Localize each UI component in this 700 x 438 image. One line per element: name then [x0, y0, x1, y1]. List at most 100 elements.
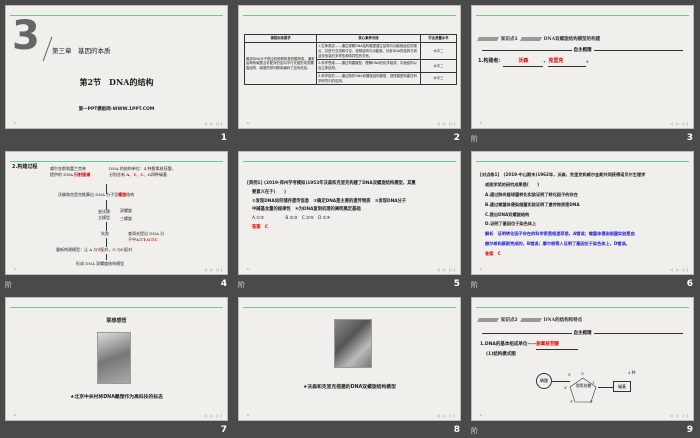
accent-line	[243, 307, 456, 308]
table-cell: 水平二	[420, 41, 457, 61]
flow-arrow	[106, 222, 107, 231]
slide-thumbnail-3[interactable]: 知识点1 DNA双螺旋结构模型的构建 自主梳理 1.构建者： 沃森 、克里克。 1 ◁…	[466, 0, 699, 146]
slide-1[interactable]: 3 第三章 基因的本质 第2节 DNA的结构 第一PPT模板网-WWW.1PPT…	[5, 5, 228, 129]
section-label: 自主梳理	[571, 330, 594, 336]
flow-arrow	[106, 238, 107, 247]
side-label: 阶	[5, 281, 12, 289]
kp-label: 知识点1	[501, 37, 518, 42]
question-1: 1.构建者： 沃森 、克里克。	[478, 58, 591, 67]
practice-question: [对点练1] (2019·中山期末)1962年，沃森、克里克和威尔金斯共同获得诺…	[480, 172, 646, 256]
dna-sculpture-photo	[97, 332, 131, 384]
chapter-title: 第三章 基因的本质	[52, 47, 111, 55]
carbon-2-label: 2'	[590, 400, 594, 404]
page-marker: 1	[480, 413, 482, 417]
slide-nav-controls[interactable]: ◁ ▷ ▷|	[670, 121, 689, 126]
carbon-3-label: 3'	[570, 400, 574, 404]
slide-number: 1	[220, 133, 227, 143]
table-header: 核心素养对接	[316, 34, 421, 43]
carbon-5-label: 5'	[568, 373, 572, 377]
slide-number: 5	[453, 279, 460, 289]
chapter-number: 3	[12, 13, 40, 59]
slide-4[interactable]: 2.构建过程 威尔金斯和富兰克林 提供的 DNA 衍射图谱 DNA 的结构单位：4…	[5, 151, 228, 275]
table-cell: 水平三	[420, 71, 457, 86]
slide-2[interactable]: 课程标准要求 核心素养对接 学业质量水平 概述DNA分子是由四种脱氧核苷酸构成，通常…	[238, 5, 461, 129]
slide-nav-controls[interactable]: ◁ ▷ ▷|	[204, 121, 223, 126]
bond-line	[598, 387, 613, 388]
slide-nav-controls[interactable]: ◁ ▷ ▷|	[437, 121, 456, 126]
footer-text: 第一PPT模板网-WWW.1PPT.COM	[78, 107, 155, 112]
accent-line	[476, 161, 689, 162]
kp-title: DNA双螺旋结构模型的构建	[543, 37, 601, 42]
accent-line	[243, 15, 456, 16]
page-marker: 1	[480, 267, 482, 271]
page-marker: 1	[14, 121, 16, 125]
oxygen-label: O	[581, 372, 584, 376]
page-marker: 1	[247, 267, 249, 271]
table-cell: 3.科学探究——通过制作DNA双螺旋结构模型，领悟模型构建在科学研究中的应用。	[316, 71, 421, 86]
page-marker: 1	[14, 413, 16, 417]
flow-node-rebuild: 重新构建模型：让 A 与T配对，G 与C配对	[56, 247, 133, 252]
page-marker: 1	[247, 413, 249, 417]
slide-thumbnail-6[interactable]: [对点练1] (2019·中山期末)1962年，沃森、克里克和威尔金斯共同获得诺…	[466, 146, 699, 292]
carbon-1-label: 1'	[592, 381, 596, 385]
side-label: 阶	[471, 427, 478, 435]
table-cell: 概述DNA分子是由四种脱氧核苷酸构成，通常由两条碱基互补配对的反向平行长链形成双…	[244, 41, 317, 86]
slide-nav-controls[interactable]: ◁ ▷ ▷|	[204, 413, 223, 418]
slide-5[interactable]: [典例1] (2019·郑州学考模拟)1953年沃森和克里克构建了DNA双螺旋结…	[238, 151, 461, 275]
slide-number: 4	[220, 279, 227, 289]
slide-number: 3	[686, 133, 693, 143]
slide-thumbnail-9[interactable]: 知识点2 DNA的结构和特点 自主梳理 1.DNA的基本组成单位——脱氧核苷酸 (…	[466, 292, 699, 438]
page-marker: 1	[247, 121, 249, 125]
section-divider: 自主梳理	[482, 47, 683, 53]
slide-thumbnail-7[interactable]: 联想感悟 ★北京中关村将DNA雕塑作为高科技的标志 1 ◁ ▷ ▷| 7	[0, 292, 233, 438]
slide-number: 9	[686, 425, 693, 435]
slide-thumbnail-8[interactable]: ★沃森和克里克搭建的DNA双螺旋结构模型 1 ◁ ▷ ▷| 8	[233, 292, 466, 438]
table-header: 课程标准要求	[244, 34, 317, 43]
flow-arrow	[106, 254, 107, 260]
slide-8[interactable]: ★沃森和克里克搭建的DNA双螺旋结构模型 1 ◁ ▷ ▷|	[238, 297, 461, 421]
caption: ★沃森和克里克搭建的DNA双螺旋结构模型	[303, 385, 396, 390]
accent-line	[10, 15, 223, 16]
accent-line	[476, 307, 689, 308]
base-types-label: 4 种	[628, 370, 636, 375]
question-1: 1.DNA的基本组成单位——脱氧核苷酸	[480, 342, 579, 350]
flow-node-result: 形成 DNA 双螺旋结构模型	[76, 261, 125, 266]
slide-thumbnail-2[interactable]: 课程标准要求 核心素养对接 学业质量水平 概述DNA分子是由四种脱氧核苷酸构成，通常…	[233, 0, 466, 146]
flow-node-xray: 威尔金斯和富兰克林 提供的 DNA 衍射图谱	[50, 166, 91, 177]
section-divider: 自主梳理	[482, 330, 683, 336]
slide-nav-controls[interactable]: ◁ ▷ ▷|	[204, 267, 223, 272]
slide-thumbnail-5[interactable]: [典例1] (2019·郑州学考模拟)1953年沃森和克里克构建了DNA双螺旋结…	[233, 146, 466, 292]
slide-title: 联想感悟	[106, 318, 127, 324]
slide-nav-controls[interactable]: ◁ ▷ ▷|	[437, 413, 456, 418]
knowledge-point-header: 知识点2 DNA的结构和特点	[477, 317, 583, 323]
slide-nav-controls[interactable]: ◁ ▷ ▷|	[670, 413, 689, 418]
table-header: 学业质量水平	[420, 34, 457, 43]
slide-9[interactable]: 知识点2 DNA的结构和特点 自主梳理 1.DNA的基本组成单位——脱氧核苷酸 (…	[471, 297, 694, 421]
slide-number: 2	[453, 133, 460, 143]
side-label: 阶	[471, 281, 478, 289]
slide-7[interactable]: 联想感悟 ★北京中关村将DNA雕塑作为高科技的标志 1 ◁ ▷ ▷|	[5, 297, 228, 421]
sugar-label: 脱氧核糖	[576, 383, 592, 388]
slide-number: 6	[686, 279, 693, 289]
page-marker: 1	[480, 121, 482, 125]
section-label: 自主梳理	[571, 47, 594, 53]
slide-6[interactable]: [对点练1] (2019·中山期末)1962年，沃森、克里克和威尔金斯共同获得诺…	[471, 151, 694, 275]
accent-line	[10, 307, 223, 308]
flow-node-units: DNA 的结构单位：4 种脱氧核苷酸， 分别含有 A、T、C、G四种碱基	[109, 166, 176, 177]
slide-3[interactable]: 知识点1 DNA双螺旋结构模型的构建 自主梳理 1.构建者： 沃森 、克里克。 1 ◁…	[471, 5, 694, 129]
slide-thumbnail-4[interactable]: 2.构建过程 威尔金斯和富兰克林 提供的 DNA 衍射图谱 DNA 的结构单位：4…	[0, 146, 233, 292]
accent-line	[243, 161, 456, 162]
side-label: 阶	[238, 281, 245, 289]
slide-nav-controls[interactable]: ◁ ▷ ▷|	[437, 267, 456, 272]
slide-nav-controls[interactable]: ◁ ▷ ▷|	[670, 267, 689, 272]
phosphate-circle: 磷酸	[536, 373, 552, 389]
table-row: 概述DNA分子是由四种脱氧核苷酸构成，通常由两条碱基互补配对的反向平行长链形成双…	[244, 41, 457, 86]
kp-title: DNA的结构和特点	[543, 318, 583, 323]
accent-line	[10, 161, 223, 162]
table-cell: 水平二	[420, 59, 457, 73]
curriculum-table: 课程标准要求 核心素养对接 学业质量水平 概述DNA分子是由四种脱氧核苷酸构成，通常…	[244, 34, 457, 86]
slide-thumbnail-1[interactable]: 3 第三章 基因的本质 第2节 DNA的结构 第一PPT模板网-WWW.1PPT…	[0, 0, 233, 146]
heading: 2.构建过程	[12, 164, 38, 170]
section-title: 第2节 DNA的结构	[79, 77, 154, 87]
base-box: 碱基	[613, 381, 631, 392]
